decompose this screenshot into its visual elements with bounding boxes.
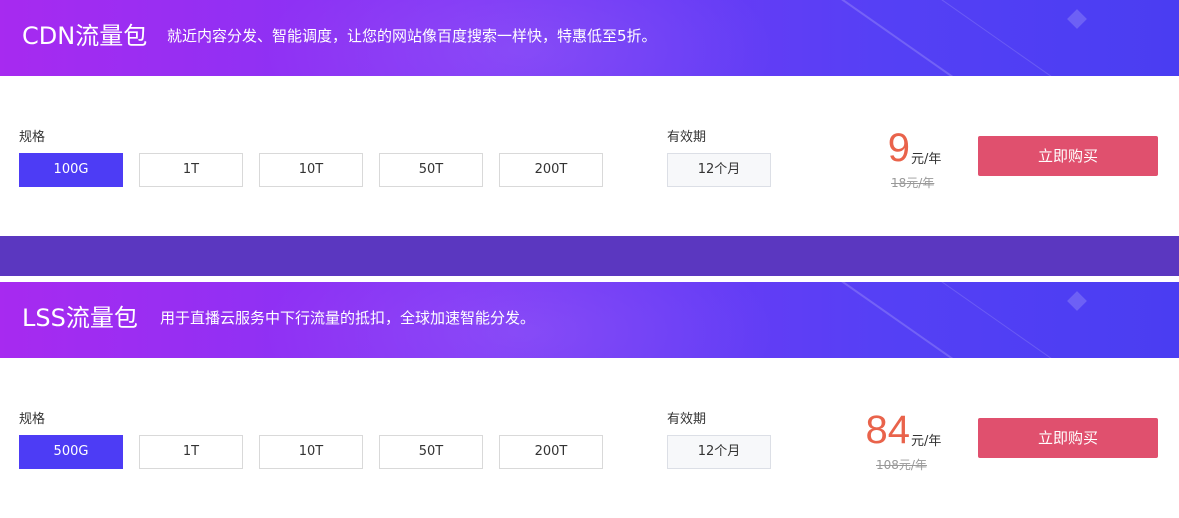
lss-buy-button[interactable]: 立即购买	[978, 418, 1158, 458]
lss-option-10t[interactable]: 10T	[259, 435, 363, 469]
banner-decoration	[1067, 9, 1087, 29]
lss-package-description: 用于直播云服务中下行流量的抵扣，全球加速智能分发。	[160, 309, 536, 327]
cdn-banner: CDN流量包 就近内容分发、智能调度，让您的网站像百度搜索一样快，特惠低至5折。	[0, 0, 1179, 76]
lss-spec-label: 规格	[19, 412, 46, 427]
cdn-buy-button[interactable]: 立即购买	[978, 136, 1158, 176]
banner-decoration	[899, 282, 1114, 358]
banner-decoration	[829, 282, 1077, 358]
cdn-package-description: 就近内容分发、智能调度，让您的网站像百度搜索一样快，特惠低至5折。	[167, 27, 657, 45]
cdn-period-label: 有效期	[667, 130, 707, 145]
lss-option-50t[interactable]: 50T	[379, 435, 483, 469]
lss-price: 84	[865, 408, 911, 452]
lss-price-unit: 元/年	[911, 434, 942, 449]
cdn-option-100g[interactable]: 100G	[19, 153, 123, 187]
cdn-original-price: 18元/年	[891, 176, 935, 190]
lss-option-500g[interactable]: 500G	[19, 435, 123, 469]
lss-banner: LSS流量包 用于直播云服务中下行流量的抵扣，全球加速智能分发。	[0, 282, 1179, 358]
cdn-option-1t[interactable]: 1T	[139, 153, 243, 187]
lss-option-1t[interactable]: 1T	[139, 435, 243, 469]
lss-option-200t[interactable]: 200T	[499, 435, 603, 469]
cdn-spec-label: 规格	[19, 130, 46, 145]
lss-package-title: LSS流量包	[22, 304, 138, 332]
cdn-option-200t[interactable]: 200T	[499, 153, 603, 187]
cdn-option-10t[interactable]: 10T	[259, 153, 363, 187]
section-separator	[0, 236, 1179, 276]
banner-decoration	[1067, 291, 1087, 311]
banner-decoration	[829, 0, 1077, 76]
banner-decoration	[899, 0, 1114, 76]
cdn-price: 9	[887, 126, 910, 170]
lss-original-price: 108元/年	[876, 458, 927, 472]
cdn-price-unit: 元/年	[911, 152, 942, 167]
lss-period-label: 有效期	[667, 412, 707, 427]
cdn-option-50t[interactable]: 50T	[379, 153, 483, 187]
lss-period-option[interactable]: 12个月	[667, 435, 771, 469]
cdn-package-title: CDN流量包	[22, 22, 148, 50]
cdn-period-option[interactable]: 12个月	[667, 153, 771, 187]
package-page: CDN流量包 就近内容分发、智能调度，让您的网站像百度搜索一样快，特惠低至5折。…	[0, 0, 1179, 518]
